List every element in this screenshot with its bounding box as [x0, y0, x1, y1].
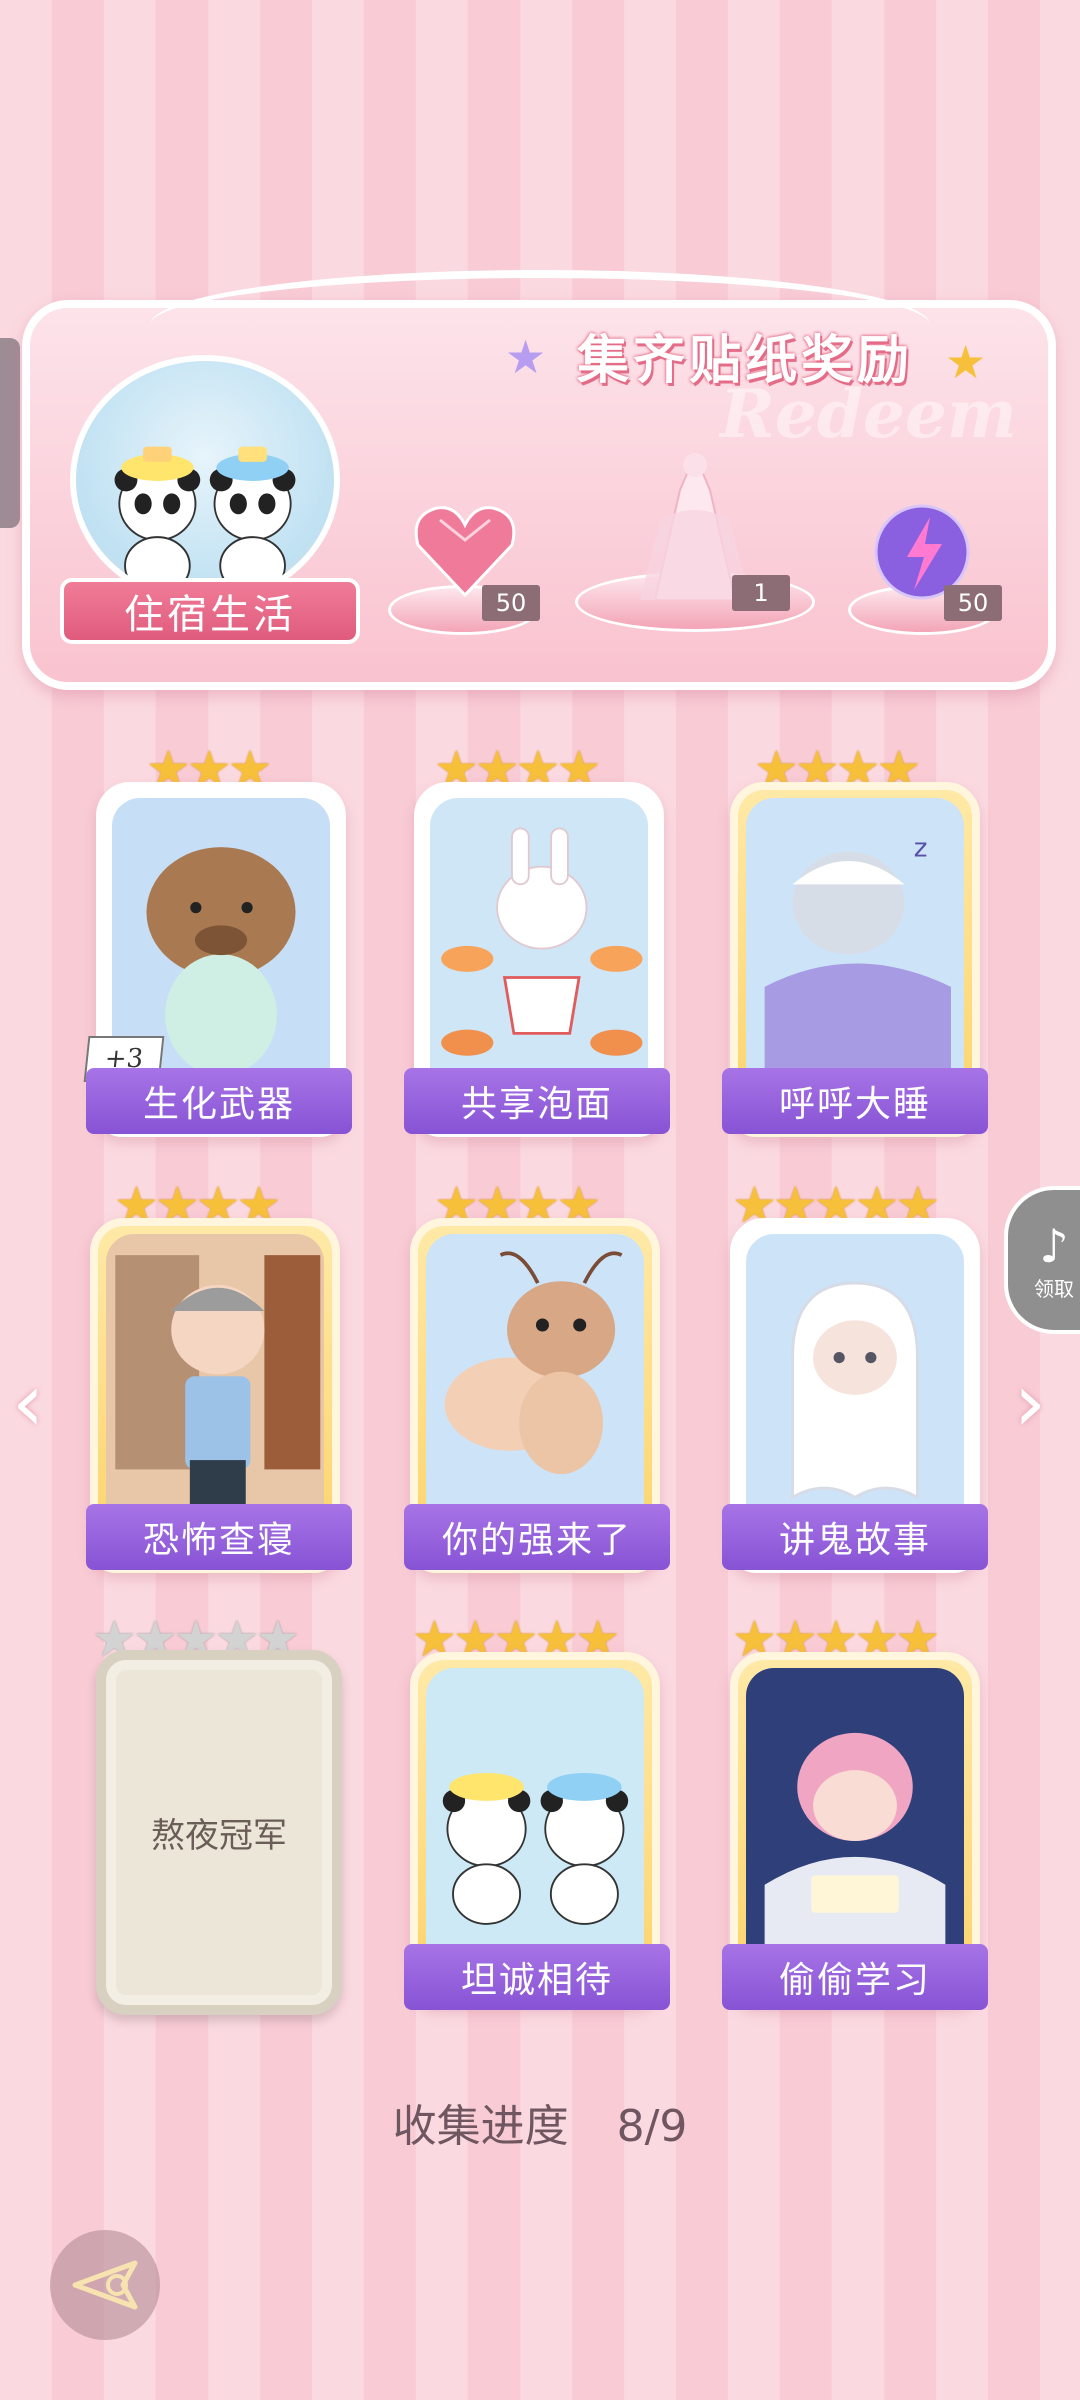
- floating-button-label: 领取: [1034, 1276, 1074, 1301]
- sticker-label: 生化武器: [86, 1068, 352, 1134]
- star-icon: ★: [505, 330, 547, 384]
- sticker-label: 共享泡面: [404, 1068, 670, 1134]
- reward-count: 50: [482, 585, 540, 621]
- sticker-label: 熬夜冠军: [151, 1816, 287, 1856]
- progress-label: 收集进度: [392, 2101, 569, 2152]
- sticker-label: 坦诚相待: [404, 1944, 670, 2010]
- locked-sticker-card[interactable]: 熬夜冠军: [96, 1650, 342, 2015]
- side-drawer-tab[interactable]: [0, 338, 20, 528]
- sticker-label: 讲鬼故事: [722, 1504, 988, 1570]
- sticker-label: 恐怖查寝: [86, 1504, 352, 1570]
- sticker-label: 偷偷学习: [722, 1944, 988, 2010]
- sticker-label: 你的强来了: [404, 1504, 670, 1570]
- banner-title: 集齐贴纸奖励: [576, 330, 913, 391]
- theme-avatar: [70, 355, 340, 605]
- collection-progress: 收集进度 8/9: [0, 2090, 1080, 2154]
- theme-label: 住宿生活: [60, 578, 360, 644]
- back-arrow-icon: [72, 2260, 138, 2310]
- back-button[interactable]: [50, 2230, 160, 2340]
- chevron-right-icon[interactable]: ›: [1014, 1356, 1046, 1449]
- svg-text:z: z: [914, 833, 928, 863]
- reward-count: 50: [944, 585, 1002, 621]
- chevron-left-icon[interactable]: ‹: [12, 1356, 44, 1449]
- floating-reward-button[interactable]: ♪ 领取: [1004, 1186, 1080, 1334]
- reward-count: 1: [732, 575, 790, 611]
- star-icon: ★: [945, 335, 987, 389]
- sticker-label: 呼呼大睡: [722, 1068, 988, 1134]
- music-note-icon: ♪: [1039, 1218, 1069, 1273]
- progress-value: 8/9: [616, 2101, 688, 2152]
